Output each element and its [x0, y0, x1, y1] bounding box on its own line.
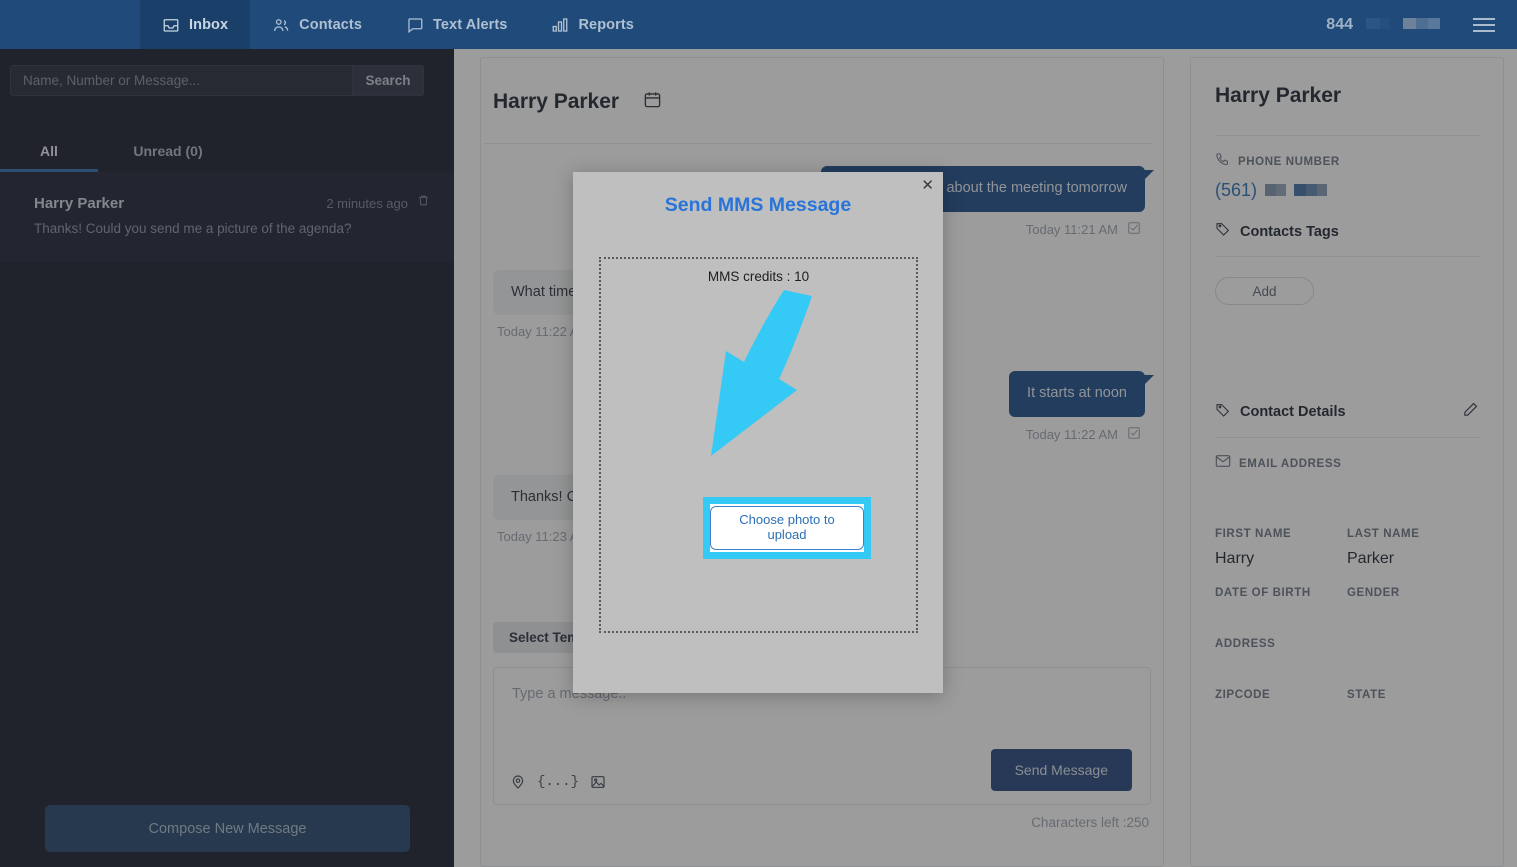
nav-item-label: Inbox — [189, 16, 229, 33]
choose-photo-to-upload-button[interactable]: Choose photo to upload — [710, 506, 864, 550]
app-root: Inbox Contacts Text Alerts Reports 844 N… — [0, 0, 1517, 867]
choose-photo-highlight: Choose photo to upload — [703, 497, 871, 559]
nav-item-label: Text Alerts — [433, 16, 508, 33]
send-mms-modal: ✕ Send MMS Message MMS credits : 10 Choo… — [573, 172, 943, 693]
nav-item-label: Reports — [578, 16, 634, 33]
contacts-icon — [272, 16, 290, 34]
highlight-inner: Choose photo to upload — [710, 504, 864, 552]
mms-credits-label: MMS credits : 10 — [707, 269, 810, 284]
credit-count: 844 — [1326, 15, 1353, 33]
cyan-arrow-icon — [711, 290, 812, 456]
nav-items: Inbox Contacts Text Alerts Reports — [140, 0, 656, 49]
close-icon[interactable]: ✕ — [921, 178, 934, 193]
hamburger-icon[interactable] — [1473, 17, 1495, 32]
redacted-account-block-1 — [1366, 16, 1390, 34]
photo-drop-zone[interactable]: MMS credits : 10 Choose photo to upload — [599, 257, 918, 633]
top-navigation-bar: Inbox Contacts Text Alerts Reports 844 — [0, 0, 1517, 49]
nav-right-group: 844 — [1326, 16, 1517, 34]
nav-item-reports[interactable]: Reports — [529, 0, 656, 49]
chat-bubble-icon — [406, 16, 424, 34]
nav-item-contacts[interactable]: Contacts — [250, 0, 384, 49]
nav-item-inbox[interactable]: Inbox — [140, 0, 251, 49]
inbox-icon — [162, 16, 180, 34]
bar-chart-icon — [551, 16, 569, 34]
redacted-account-block-2 — [1403, 16, 1440, 34]
nav-item-label: Contacts — [299, 16, 363, 33]
nav-item-text-alerts[interactable]: Text Alerts — [384, 0, 529, 49]
modal-title: Send MMS Message — [664, 194, 852, 216]
